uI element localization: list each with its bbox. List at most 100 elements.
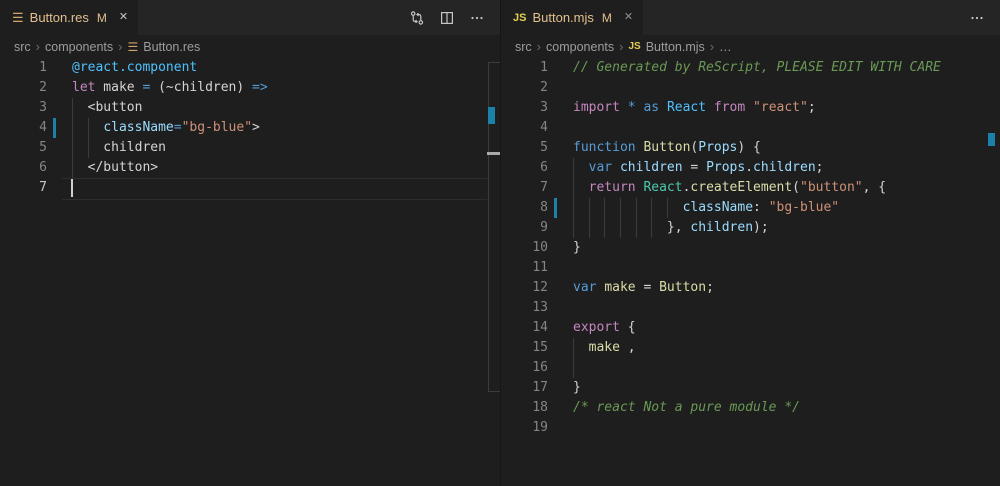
line-number: 17 [501, 378, 548, 398]
code-line[interactable]: 9 }, children); [501, 218, 1000, 238]
code-token: = [174, 120, 182, 135]
editor-right[interactable]: 1// Generated by ReScript, PLEASE EDIT W… [501, 58, 1000, 486]
code-token: React [667, 100, 706, 115]
tab-label: Button.mjs [532, 10, 593, 25]
code-token: </button> [72, 160, 158, 175]
code-line[interactable]: 8 className: "bg-blue" [501, 198, 1000, 218]
overview-ruler-left[interactable] [487, 0, 500, 486]
breadcrumb-right[interactable]: src›components›JSButton.mjs›… [501, 35, 1000, 58]
code-token: className [103, 120, 173, 135]
code-token [659, 100, 667, 115]
indent-guide [620, 198, 621, 218]
code-line-content [573, 78, 1000, 98]
code-line[interactable]: 13 [501, 298, 1000, 318]
code-line[interactable]: 12var make = Button; [501, 278, 1000, 298]
code-token: "bg-blue" [769, 200, 839, 215]
line-number: 14 [501, 318, 548, 338]
code-line-content: // Generated by ReScript, PLEASE EDIT WI… [573, 58, 1000, 78]
breadcrumb-item[interactable]: JSButton.mjs [628, 40, 704, 54]
tab-button-res[interactable]: ☰ Button.res M ✕ [0, 0, 138, 35]
editor-left[interactable]: 1@react.component2let make = (~children)… [0, 58, 500, 486]
tab-button-mjs[interactable]: JS Button.mjs M ✕ [501, 0, 643, 35]
code-line[interactable]: 5 children [0, 138, 500, 158]
code-line[interactable]: 3import * as React from "react"; [501, 98, 1000, 118]
close-icon[interactable]: ✕ [119, 12, 128, 23]
code-line[interactable]: 19 [501, 418, 1000, 438]
code-token [612, 160, 620, 175]
gutter-decorations [47, 178, 72, 198]
code-line[interactable]: 3 <button [0, 98, 500, 118]
line-number: 13 [501, 298, 548, 318]
code-line-content: let make = (~children) => [72, 78, 500, 98]
gutter-decorations [548, 118, 573, 138]
more-actions-icon[interactable] [966, 7, 988, 29]
code-token: = [683, 160, 706, 175]
code-line[interactable]: 14export { [501, 318, 1000, 338]
line-number: 3 [501, 98, 548, 118]
code-line[interactable]: 7 return React.createElement("button", { [501, 178, 1000, 198]
code-line[interactable]: 18/* react Not a pure module */ [501, 398, 1000, 418]
code-line[interactable]: 4 [501, 118, 1000, 138]
code-line[interactable]: 17} [501, 378, 1000, 398]
breadcrumb-item[interactable]: src [515, 40, 532, 54]
breadcrumb-label: components [45, 40, 113, 54]
open-changes-icon[interactable] [406, 7, 428, 29]
code-token: children [72, 140, 166, 155]
more-actions-icon[interactable] [466, 7, 488, 29]
tabbar-left: ☰ Button.res M ✕ [0, 0, 500, 35]
git-modified-gutter-marker [53, 118, 56, 138]
gutter-decorations [548, 58, 573, 78]
chevron-right-icon: › [710, 39, 714, 54]
code-token: } [573, 240, 581, 255]
code-line-content [573, 258, 1000, 278]
code-token: var [589, 160, 612, 175]
code-line[interactable]: 2 [501, 78, 1000, 98]
code-token: Button [643, 140, 690, 155]
gutter-decorations [548, 378, 573, 398]
line-number: 11 [501, 258, 548, 278]
split-editor-icon[interactable] [436, 7, 458, 29]
code-line[interactable]: 1@react.component [0, 58, 500, 78]
code-line-content: /* react Not a pure module */ [573, 398, 1000, 418]
breadcrumb-item[interactable]: … [719, 40, 732, 54]
code-token: <button [72, 100, 142, 115]
gutter-decorations [47, 98, 72, 118]
breadcrumb-item[interactable]: components [546, 40, 614, 54]
code-token: @react.component [72, 60, 197, 75]
code-line[interactable]: 7 [0, 178, 500, 198]
code-line[interactable]: 11 [501, 258, 1000, 278]
indent-guide [651, 198, 652, 218]
code-token: make [604, 280, 635, 295]
gutter-decorations [47, 58, 72, 78]
indent-guide [72, 98, 73, 118]
breadcrumb-label: src [515, 40, 532, 54]
code-line-content: make , [573, 338, 1000, 358]
code-line[interactable]: 15 make , [501, 338, 1000, 358]
code-line[interactable]: 4 className="bg-blue"> [0, 118, 500, 138]
gutter-decorations [548, 278, 573, 298]
code-token: /* react Not a pure module */ [573, 400, 800, 415]
code-line[interactable]: 10} [501, 238, 1000, 258]
breadcrumb-item[interactable]: components [45, 40, 113, 54]
vscode-editor-groups: ☰ Button.res M ✕ [0, 0, 1000, 486]
code-line[interactable]: 1// Generated by ReScript, PLEASE EDIT W… [501, 58, 1000, 78]
close-icon[interactable]: ✕ [624, 12, 633, 23]
code-token: make [589, 340, 620, 355]
overview-ruler-right[interactable] [987, 0, 1000, 486]
code-line[interactable]: 16 [501, 358, 1000, 378]
line-number: 10 [501, 238, 548, 258]
code-line-content: var children = Props.children; [573, 158, 1000, 178]
code-line[interactable]: 5function Button(Props) { [501, 138, 1000, 158]
code-token: , [620, 340, 636, 355]
breadcrumb-item[interactable]: src [14, 40, 31, 54]
code-line[interactable]: 2let make = (~children) => [0, 78, 500, 98]
code-line[interactable]: 6 var children = Props.children; [501, 158, 1000, 178]
code-line-content: } [573, 378, 1000, 398]
breadcrumb-item[interactable]: ☰Button.res [127, 40, 200, 54]
code-line[interactable]: 6 </button> [0, 158, 500, 178]
gutter-decorations [548, 298, 573, 318]
code-line-content [573, 298, 1000, 318]
breadcrumb-left[interactable]: src›components›☰Button.res [0, 35, 500, 58]
overview-modified-marker [988, 133, 995, 146]
code-token: React [643, 180, 682, 195]
